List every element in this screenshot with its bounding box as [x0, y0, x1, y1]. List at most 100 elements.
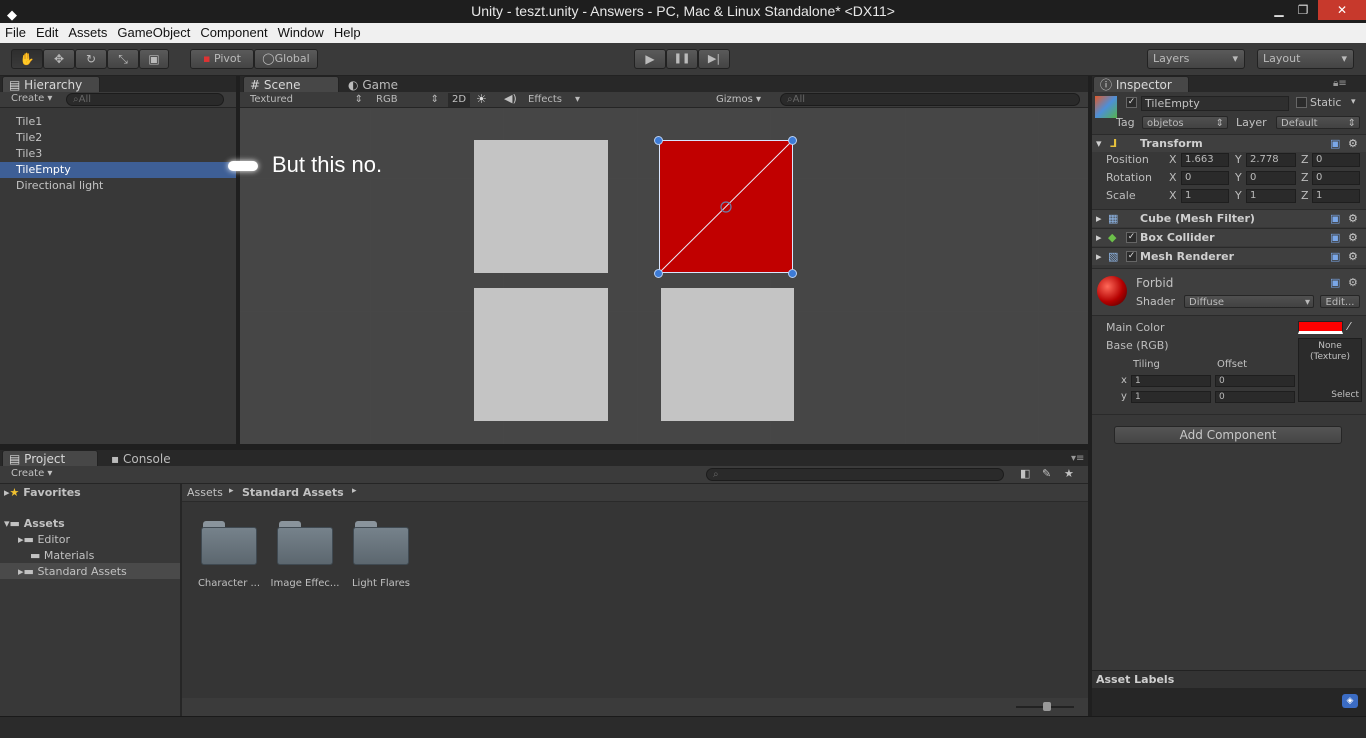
gear-icon[interactable]: ⚙	[1348, 248, 1358, 265]
tab-hierarchy[interactable]: ▤ Hierarchy	[2, 76, 100, 92]
tiling-y-field[interactable]: 1	[1131, 391, 1211, 403]
folder-icon[interactable]	[353, 521, 409, 565]
pause-button[interactable]: ❚❚	[666, 49, 698, 69]
play-button[interactable]: ▶	[634, 49, 666, 69]
menu-window[interactable]: Window	[273, 23, 329, 43]
help-book-icon[interactable]: ▣	[1330, 210, 1340, 227]
active-checkbox[interactable]: ✓	[1126, 97, 1137, 108]
menu-assets[interactable]: Assets	[63, 23, 112, 43]
hand-tool-icon[interactable]: ✋	[11, 49, 43, 69]
menu-gameobject[interactable]: GameObject	[112, 23, 195, 43]
hierarchy-item[interactable]: Directional light	[0, 178, 236, 194]
folder-icon[interactable]	[201, 521, 257, 565]
panel-menu-icon[interactable]: ▾≡	[1071, 453, 1084, 464]
rect-tool-icon[interactable]: ▣	[139, 49, 169, 69]
tree-item-standard-assets[interactable]: ▸▬ Standard Assets	[18, 565, 127, 578]
rotate-tool-icon[interactable]: ↻	[75, 49, 107, 69]
eyedropper-icon[interactable]: ⁄	[1348, 320, 1350, 333]
hierarchy-search-input[interactable]: ⌕All	[66, 93, 224, 106]
main-color-swatch[interactable]	[1298, 321, 1343, 334]
favorite-star-icon[interactable]: ★	[1064, 467, 1074, 480]
object-name-field[interactable]: TileEmpty	[1141, 96, 1289, 111]
tree-item-editor[interactable]: ▸▬ Editor	[18, 533, 70, 546]
scale-z-field[interactable]: 1	[1312, 189, 1360, 203]
filter-type-icon[interactable]: ◧	[1020, 467, 1030, 480]
shader-dropdown[interactable]: Diffuse ▾	[1184, 295, 1314, 308]
tab-inspector[interactable]: ⓘ Inspector	[1093, 76, 1189, 92]
rect-handle[interactable]	[654, 136, 663, 145]
favorites-header[interactable]: ▸★ Favorites	[4, 486, 81, 499]
gear-icon[interactable]: ⚙	[1348, 276, 1358, 289]
box-collider-header[interactable]: ▸ ◆ ✓ Box Collider ▣ ⚙	[1092, 228, 1366, 246]
pivot-toggle[interactable]: ▪ Pivot	[190, 49, 254, 69]
mesh-renderer-checkbox[interactable]: ✓	[1126, 251, 1137, 262]
mesh-renderer-header[interactable]: ▸ ▧ ✓ Mesh Renderer ▣ ⚙	[1092, 247, 1366, 265]
breadcrumb-standard-assets[interactable]: Standard Assets	[242, 486, 344, 499]
lighting-toggle-icon[interactable]: ☀	[476, 92, 487, 106]
texture-select-button[interactable]: Select	[1331, 390, 1359, 400]
add-component-button[interactable]: Add Component	[1114, 426, 1342, 444]
tab-project[interactable]: ▤ Project	[2, 450, 98, 466]
position-z-field[interactable]: 0	[1312, 153, 1360, 167]
gear-icon[interactable]: ⚙	[1348, 210, 1358, 227]
rect-handle[interactable]	[788, 136, 797, 145]
hierarchy-item-selected[interactable]: TileEmpty	[0, 162, 236, 178]
help-book-icon[interactable]: ▣	[1330, 248, 1340, 265]
position-y-field[interactable]: 2.778	[1246, 153, 1296, 167]
effects-dropdown[interactable]: Effects ▾	[524, 93, 580, 106]
mesh-filter-header[interactable]: ▸ ▦ Cube (Mesh Filter) ▣ ⚙	[1092, 209, 1366, 227]
rotation-x-field[interactable]: 0	[1181, 171, 1229, 185]
menu-file[interactable]: File	[0, 23, 31, 43]
2d-toggle[interactable]: 2D	[448, 93, 470, 107]
tree-item-materials[interactable]: ▬ Materials	[30, 549, 94, 562]
step-button[interactable]: ▶|	[698, 49, 730, 69]
tab-game[interactable]: ◐ Game	[341, 76, 437, 92]
rect-handle[interactable]	[788, 269, 797, 278]
menu-help[interactable]: Help	[329, 23, 366, 43]
rotation-z-field[interactable]: 0	[1312, 171, 1360, 185]
icon-size-slider-handle[interactable]	[1043, 702, 1051, 711]
lock-icon[interactable]: 🔒︎≡	[1333, 78, 1347, 89]
tag-dropdown[interactable]: objetos ⇕	[1142, 116, 1228, 129]
tab-console[interactable]: ▪ Console	[104, 450, 200, 466]
filter-label-icon[interactable]: ✎	[1042, 467, 1051, 480]
scale-tool-icon[interactable]: ⤡	[107, 49, 139, 69]
transform-header[interactable]: ▾ ⅃ Transform ▣ ⚙	[1092, 134, 1366, 152]
texture-slot[interactable]: None (Texture) Select	[1298, 338, 1362, 402]
shading-mode-dropdown[interactable]: Textured ⇕	[246, 93, 366, 106]
scale-y-field[interactable]: 1	[1246, 189, 1296, 203]
selected-tile-empty[interactable]	[659, 140, 793, 273]
folder-icon[interactable]	[277, 521, 333, 565]
close-button[interactable]: ✕	[1318, 0, 1366, 20]
hierarchy-item[interactable]: Tile3	[0, 146, 236, 162]
hierarchy-item[interactable]: Tile2	[0, 130, 236, 146]
layers-dropdown[interactable]: Layers ▾	[1147, 49, 1245, 69]
scale-x-field[interactable]: 1	[1181, 189, 1229, 203]
shader-edit-button[interactable]: Edit...	[1320, 295, 1360, 308]
project-search-input[interactable]: ⌕	[706, 468, 1004, 481]
position-x-field[interactable]: 1.663	[1181, 153, 1229, 167]
rotation-y-field[interactable]: 0	[1246, 171, 1296, 185]
tab-scene[interactable]: # Scene	[243, 76, 339, 92]
gizmos-dropdown[interactable]: Gizmos ▾	[716, 94, 761, 105]
hierarchy-create-button[interactable]: Create ▾	[11, 93, 52, 104]
scene-search-input[interactable]: ⌕All	[780, 93, 1080, 106]
static-checkbox[interactable]	[1296, 97, 1307, 108]
tiling-x-field[interactable]: 1	[1131, 375, 1211, 387]
menu-edit[interactable]: Edit	[31, 23, 63, 43]
render-mode-dropdown[interactable]: RGB ⇕	[372, 93, 442, 106]
move-tool-icon[interactable]: ✥	[43, 49, 75, 69]
audio-toggle-icon[interactable]: ◀)	[504, 92, 517, 105]
project-create-button[interactable]: Create ▾	[11, 468, 52, 479]
offset-y-field[interactable]: 0	[1215, 391, 1295, 403]
breadcrumb-assets[interactable]: Assets	[187, 486, 223, 499]
assets-root[interactable]: ▾▬ Assets	[4, 517, 65, 530]
gear-icon[interactable]: ⚙	[1348, 229, 1358, 246]
offset-x-field[interactable]: 0	[1215, 375, 1295, 387]
help-book-icon[interactable]: ▣	[1330, 276, 1340, 289]
global-toggle[interactable]: ◯Global	[254, 49, 318, 69]
help-book-icon[interactable]: ▣	[1330, 229, 1340, 246]
layout-dropdown[interactable]: Layout ▾	[1257, 49, 1354, 69]
hierarchy-item[interactable]: Tile1	[0, 114, 236, 130]
restore-button[interactable]: ❐	[1288, 0, 1318, 20]
